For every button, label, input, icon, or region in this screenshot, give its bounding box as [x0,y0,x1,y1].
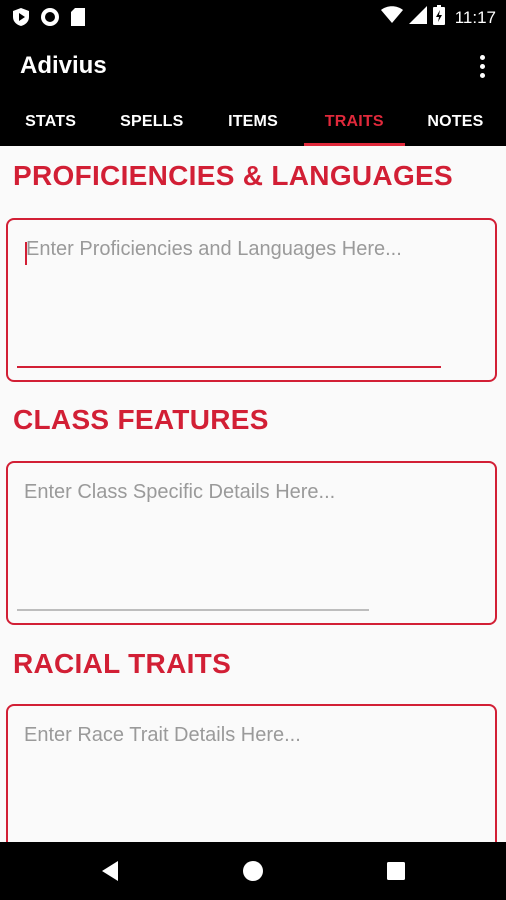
class-features-input[interactable]: Enter Class Specific Details Here... [6,461,497,625]
proficiencies-underline [17,366,441,368]
section-title-class-features: CLASS FEATURES [13,404,269,435]
more-options-icon[interactable] [472,50,492,82]
proficiencies-input[interactable]: Enter Proficiencies and Languages Here..… [6,218,497,382]
traits-content: PROFICIENCIES & LANGUAGES Enter Proficie… [0,146,506,842]
tab-spells[interactable]: SPELLS [101,98,202,146]
tab-items[interactable]: ITEMS [202,98,303,146]
app-title: Adivius [20,52,107,79]
tab-traits[interactable]: TRAITS [303,98,406,146]
play-protect-icon [12,7,30,32]
recents-icon[interactable] [356,842,436,900]
navigation-bar [0,842,506,900]
battery-icon [432,5,445,30]
tab-notes[interactable]: NOTES [405,98,506,146]
app-bar: Adivius [0,34,506,98]
section-title-proficiencies: PROFICIENCIES & LANGUAGES [13,160,453,191]
wifi-icon [380,6,403,29]
status-time: 11:17 [454,7,496,27]
status-bar: 11:17 [0,0,506,34]
tab-stats[interactable]: STATS [0,98,101,146]
section-title-racial-traits: RACIAL TRAITS [13,648,232,679]
sd-card-icon [70,7,86,32]
tab-bar: STATS SPELLS ITEMS TRAITS NOTES [0,98,506,146]
proficiencies-placeholder: Enter Proficiencies and Languages Here..… [26,238,402,260]
class-features-underline [17,609,369,611]
back-icon[interactable] [70,842,150,900]
racial-traits-input[interactable]: Enter Race Trait Details Here... [6,704,497,842]
racial-traits-placeholder: Enter Race Trait Details Here... [24,724,301,746]
class-features-placeholder: Enter Class Specific Details Here... [24,481,336,503]
record-icon [40,7,60,32]
home-icon[interactable] [213,842,293,900]
signal-icon [408,6,427,29]
